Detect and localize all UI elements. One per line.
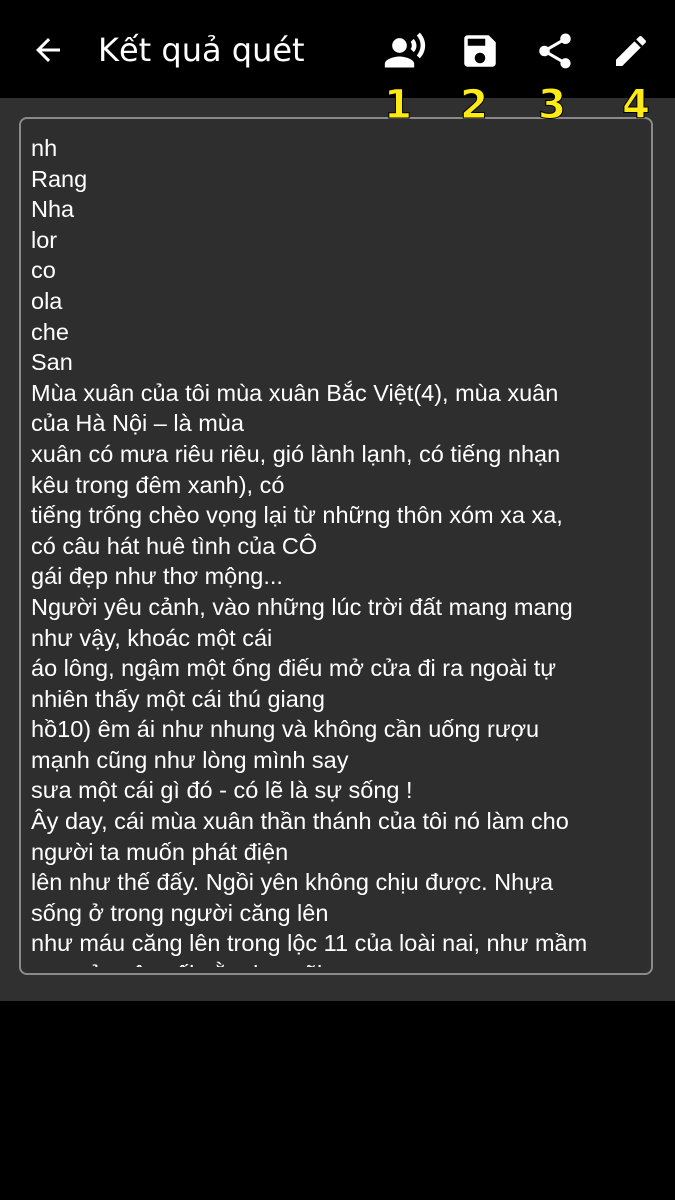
- text-line: người ta muốn phát điện: [31, 838, 289, 865]
- text-line: nhiên thấy một cái thú giang: [31, 685, 325, 712]
- text-line: sống ở trong người căng lên: [31, 899, 329, 926]
- text-line: tiếng trống chèo vọng lại từ những thôn …: [31, 502, 563, 529]
- page-title: Kết quả quét: [98, 31, 305, 69]
- text-line: Nha: [31, 196, 75, 223]
- text-line: sưa một cái gì đó - có lẽ là sự sống !: [31, 777, 413, 804]
- save-icon: [459, 30, 501, 72]
- text-line: non của cây cối nằm im mãi: [31, 959, 651, 967]
- text-line: gái đẹp như thơ mộng...: [31, 563, 283, 590]
- app-bar: Kết quả quét: [0, 0, 675, 98]
- share-icon: [534, 30, 576, 72]
- text-line: Người yêu cảnh, vào những lúc trời đất m…: [31, 593, 573, 620]
- edit-button[interactable]: [606, 26, 656, 76]
- text-line: nh: [31, 135, 58, 161]
- text-line: San: [31, 349, 73, 376]
- save-button[interactable]: [455, 26, 505, 76]
- text-line: mạnh cũng như lòng mình say: [31, 746, 349, 773]
- text-line: kêu trong đêm xanh), có: [31, 471, 285, 498]
- scan-result-text-field[interactable]: nh Rang Nha lor co ola che San Mùa xuân của tôi …: [19, 117, 653, 975]
- text-line: Mùa xuân của tôi mùa xuân Bắc Việt(4), m…: [31, 379, 559, 406]
- text-line: có câu hát huê tình của CÔ: [31, 532, 318, 559]
- text-line: ola: [31, 287, 63, 314]
- text-line: của Hà Nội – là mùa: [31, 410, 244, 437]
- text-line: Ây day, cái mùa xuân thần thánh của tôi …: [31, 808, 569, 835]
- text-line: áo lông, ngậm một ống điếu mở cửa đi ra …: [31, 655, 556, 682]
- text-line: lên như thế đấy. Ngồi yên không chịu đượ…: [31, 869, 554, 896]
- annotation-number-4: 4: [622, 82, 651, 129]
- text-line: hồ10) êm ái như nhung và không cần uống …: [31, 716, 540, 743]
- speaker-person-icon: [383, 29, 427, 73]
- text-line: như máu căng lên trong lộc 11 của loài n…: [31, 930, 588, 957]
- text-line: lor: [31, 226, 58, 253]
- text-line: che: [31, 318, 69, 345]
- back-button[interactable]: [22, 24, 74, 76]
- share-button[interactable]: [530, 26, 580, 76]
- text-line: co: [31, 257, 56, 284]
- read-aloud-button[interactable]: [380, 26, 430, 76]
- annotation-number-3: 3: [538, 82, 567, 129]
- annotation-number-2: 2: [460, 82, 489, 129]
- scan-result-text: nh Rang Nha lor co ola che San Mùa xuân của tôi …: [31, 133, 651, 967]
- text-line: xuân có mưa riêu riêu, gió lành lạnh, có…: [31, 440, 561, 467]
- text-line: như vậy, khoác một cái: [31, 624, 273, 651]
- text-line: Rang: [31, 165, 88, 192]
- annotation-number-1: 1: [384, 82, 413, 129]
- edit-pencil-icon: [611, 31, 651, 71]
- arrow-back-icon: [30, 32, 66, 68]
